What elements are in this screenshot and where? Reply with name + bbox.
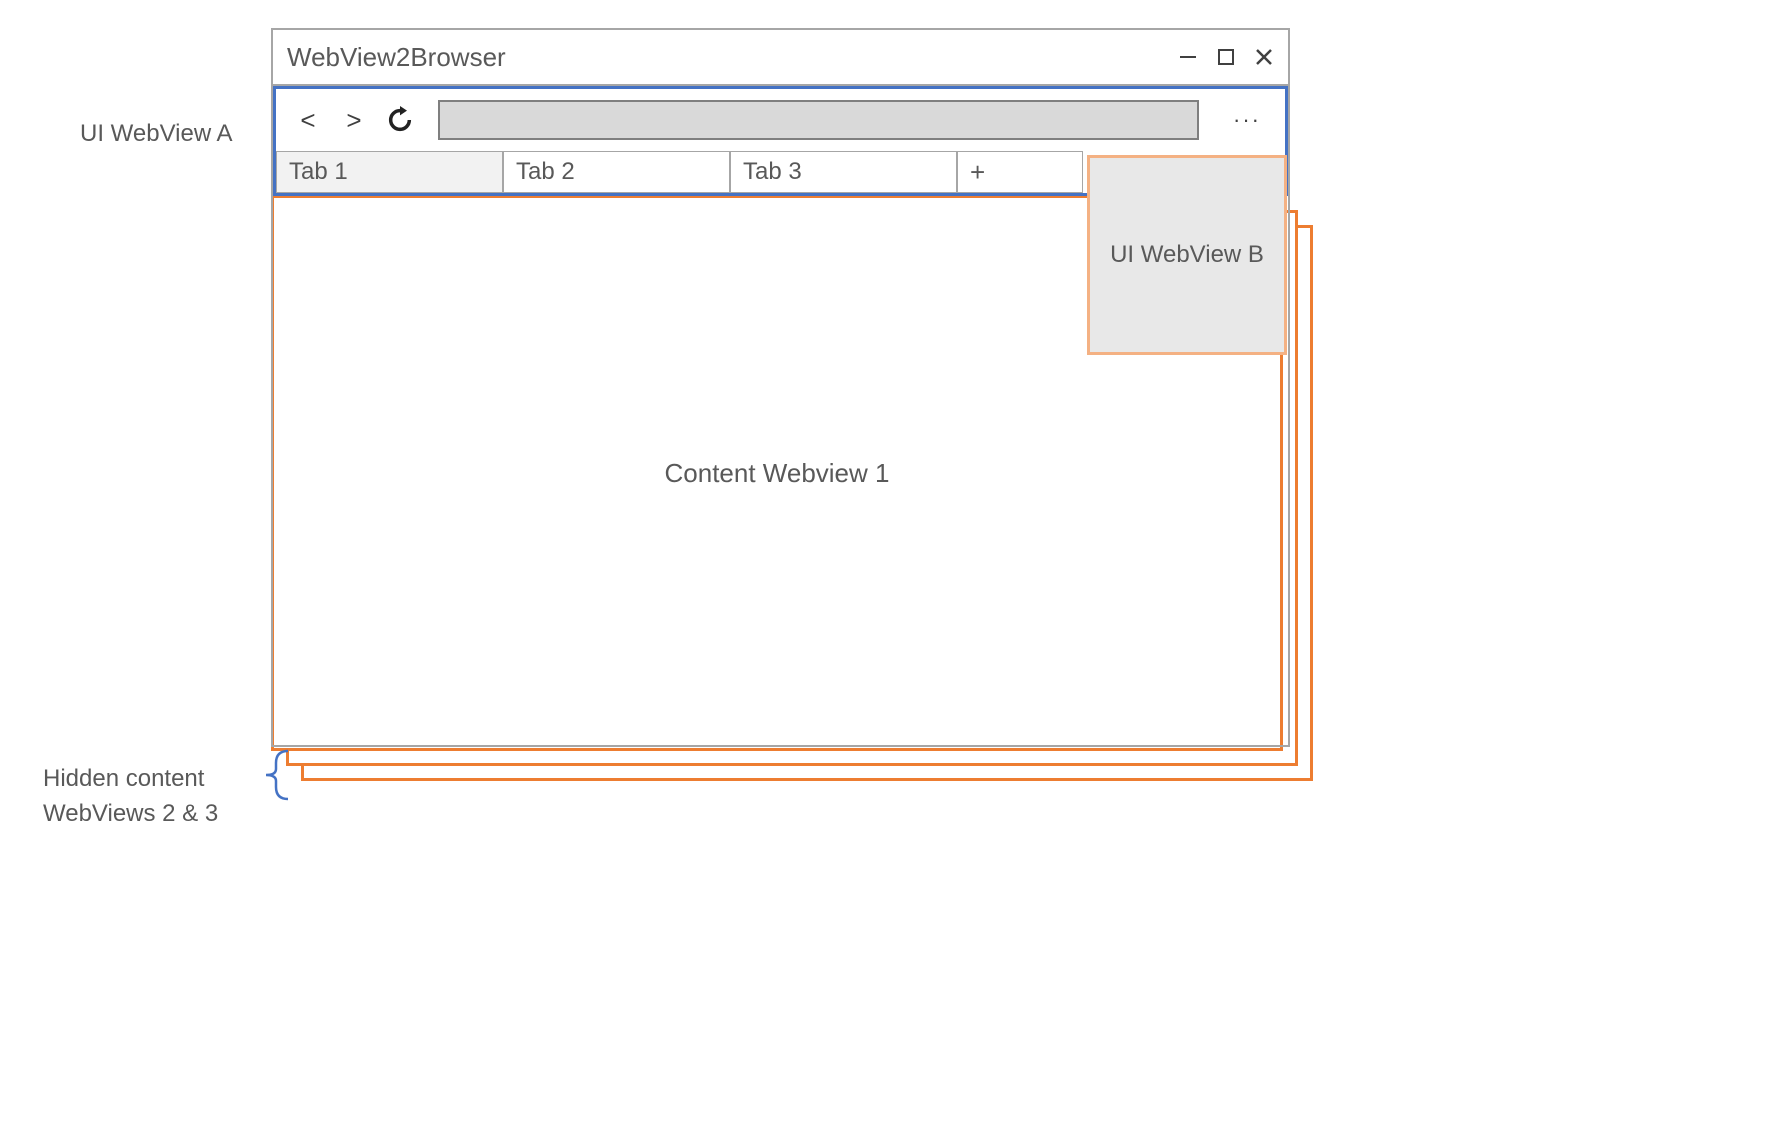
ui-webview-b-label: UI WebView B xyxy=(1110,241,1264,269)
label-ui-webview-a: UI WebView A xyxy=(80,120,233,148)
ui-webview-b: UI WebView B xyxy=(1087,155,1287,355)
tab-2[interactable]: Tab 2 xyxy=(503,151,730,193)
window-title: WebView2Browser xyxy=(287,42,1178,73)
reload-icon xyxy=(386,106,414,134)
label-hidden-line2: WebViews 2 & 3 xyxy=(43,800,218,827)
navbar: < > ··· xyxy=(276,89,1285,151)
minimize-icon[interactable] xyxy=(1178,47,1198,67)
label-hidden-line1: Hidden content xyxy=(43,765,204,792)
brace-icon xyxy=(258,749,292,801)
close-icon[interactable] xyxy=(1254,47,1274,67)
tab-3[interactable]: Tab 3 xyxy=(730,151,957,193)
address-bar[interactable] xyxy=(438,100,1199,140)
more-button[interactable]: ··· xyxy=(1227,107,1267,133)
forward-button[interactable]: > xyxy=(340,105,368,136)
titlebar: WebView2Browser xyxy=(273,30,1288,86)
content-webview-1-label: Content Webview 1 xyxy=(665,458,890,489)
new-tab-button[interactable]: + xyxy=(957,151,1083,193)
back-button[interactable]: < xyxy=(294,105,322,136)
tab-1[interactable]: Tab 1 xyxy=(276,151,503,193)
maximize-icon[interactable] xyxy=(1216,47,1236,67)
window-controls xyxy=(1178,47,1274,67)
reload-button[interactable] xyxy=(386,106,414,134)
label-hidden-content: Hidden content WebViews 2 & 3 xyxy=(43,762,218,832)
